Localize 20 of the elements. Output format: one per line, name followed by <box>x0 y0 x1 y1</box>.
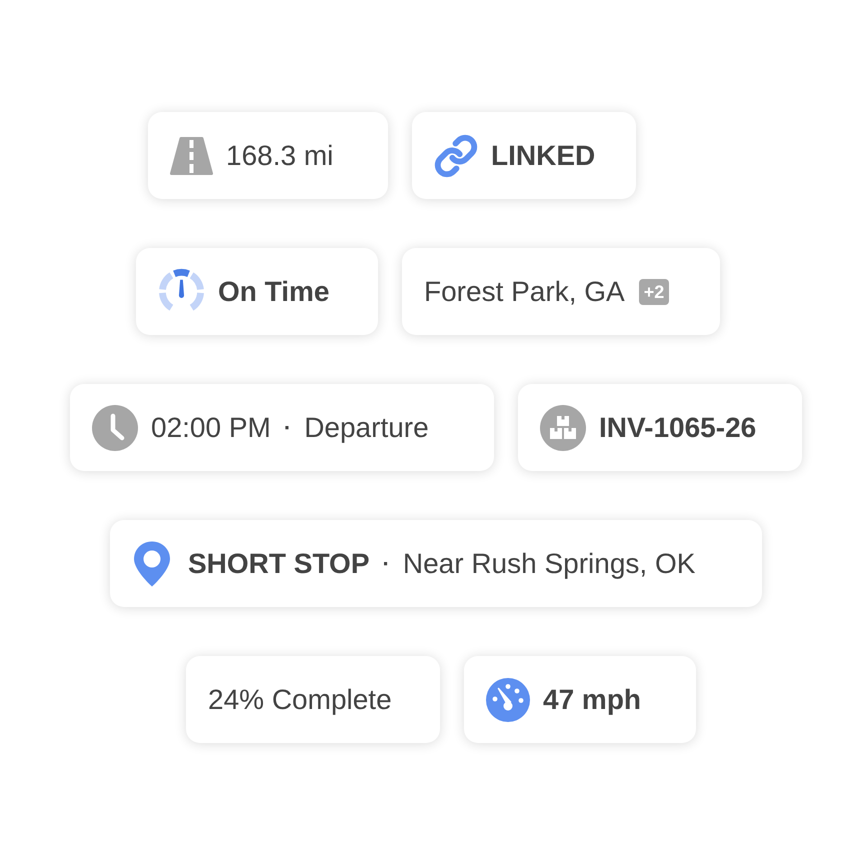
separator-dot: · <box>382 552 390 574</box>
map-pin-icon <box>132 540 172 588</box>
stop-location-text: Near Rush Springs, OK <box>402 546 696 581</box>
clock-icon <box>92 404 138 450</box>
separator-dot: · <box>284 416 292 438</box>
road-icon <box>170 136 213 174</box>
speed-text: 47 mph <box>543 682 642 717</box>
time-text: 02:00 PM <box>151 410 271 444</box>
link-icon <box>434 134 478 178</box>
count-badge: +2 <box>638 278 670 304</box>
distance-text: 168.3 mi <box>226 138 334 172</box>
location-text: Forest Park, GA <box>424 274 625 308</box>
eta-status-text: On Time <box>218 274 330 308</box>
speedometer-icon <box>486 678 530 722</box>
invoice-number-text: INV-1065-26 <box>599 410 756 444</box>
stop-type-text: SHORT STOP <box>188 546 370 580</box>
link-status-text: LINKED <box>491 138 596 172</box>
progress-text: 24% Complete <box>208 682 392 717</box>
boxes-icon <box>540 404 586 450</box>
event-text: Departure <box>304 410 429 445</box>
